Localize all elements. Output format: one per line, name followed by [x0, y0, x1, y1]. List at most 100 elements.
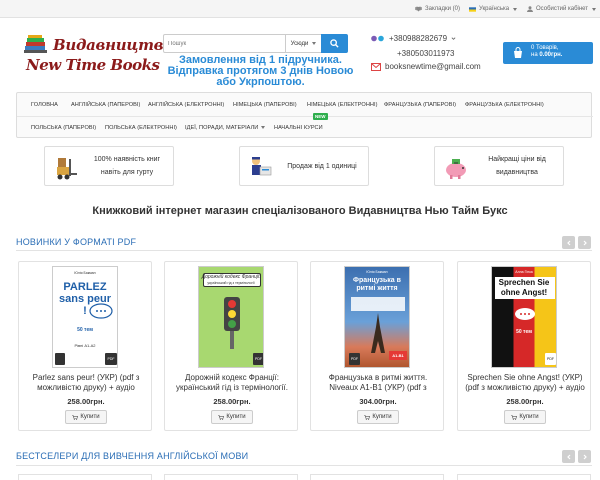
cart-icon — [511, 414, 518, 420]
buy-label: Купити — [226, 414, 246, 420]
chevron-right-icon — [583, 240, 587, 245]
buy-label: Купити — [80, 414, 100, 420]
chevron-left-icon — [566, 240, 570, 245]
search-button[interactable] — [321, 34, 348, 53]
logo-line-2: New Time Books — [26, 56, 160, 74]
audio-badge-icon — [55, 353, 65, 365]
cover-level: Рівні A1-A2 — [74, 343, 96, 348]
nav-ideas-label: Ідеї, поради, матеріали — [185, 125, 259, 131]
phone-1[interactable]: +380988282679 — [371, 34, 456, 43]
nav-polish-electronic[interactable]: Польська (електронні) — [105, 125, 177, 131]
heart-icon — [416, 6, 421, 11]
piggy-bank-icon — [446, 159, 466, 179]
language-selector[interactable]: Українська — [469, 6, 518, 12]
product-price: 258.00грн. — [213, 397, 251, 406]
cover-sub: 50 тем — [77, 327, 93, 333]
chevron-right-icon — [583, 454, 587, 459]
product-card: Юлія Бакман Французька в ритмі життя A1-… — [310, 261, 444, 431]
search-bar: Усюди — [163, 34, 348, 53]
shopping-bag-icon — [514, 47, 522, 58]
product-name[interactable]: Французька в ритмі життя. Niveaux A1-B1 … — [315, 373, 441, 393]
product-cover[interactable]: Алла Гінка Sprechen Sie ohne Angst! 50 т… — [491, 266, 557, 368]
books-logo-icon — [24, 35, 47, 53]
forklift-icon — [57, 158, 77, 180]
nav-french-electronic[interactable]: Французька (електронні) — [465, 102, 544, 108]
email-link[interactable]: booksnewtime@gmail.com — [371, 62, 481, 71]
chevron-left-icon — [566, 454, 570, 459]
product-price: 258.00грн. — [506, 397, 544, 406]
cart-total: 0.00грн. — [539, 52, 563, 58]
phone-2[interactable]: +380503011973 — [397, 49, 454, 58]
product-cover[interactable]: Юлія Бакман PARLEZ sans peur ! 50 тем Рі… — [52, 266, 118, 368]
nav-english-electronic[interactable]: Англійська (електронні) — [148, 102, 224, 108]
chevron-down-icon — [592, 7, 597, 11]
buy-button[interactable]: Купити — [65, 410, 107, 424]
cover-author: Юлія Бакман — [74, 271, 96, 275]
cart-total-row: на 0.00грн. — [531, 52, 562, 59]
nav-english-paper[interactable]: Англійська (паперові) — [71, 102, 140, 108]
carousel-next-button[interactable] — [578, 450, 591, 463]
cart-icon — [364, 414, 371, 420]
feature-best-price-text: Найкращі ціни від видавництва — [488, 156, 546, 176]
bookmarks-link[interactable]: Закладки (0) — [415, 6, 460, 12]
buy-button[interactable]: Купити — [357, 410, 399, 424]
feature-single-unit: Продаж від 1 одиниці — [239, 146, 369, 186]
nav-german-paper[interactable]: Німецька (паперові) — [233, 102, 297, 108]
carousel-prev-button[interactable] — [562, 450, 575, 463]
search-input[interactable] — [164, 35, 284, 52]
account-menu[interactable]: Особистий кабінет — [527, 6, 597, 12]
cover-title: Дорожній кодекс Франції: — [201, 274, 261, 280]
gmail-icon — [371, 62, 381, 71]
nav-german-electronic[interactable]: Німецька (електронні) — [307, 102, 378, 108]
feature-best-price: Найкращі ціни від видавництва — [434, 146, 564, 186]
product-card: Алла Гінка Sprechen Sie ohne Angst! 50 т… — [457, 261, 591, 431]
product-name[interactable]: Sprechen Sie ohne Angst! (УКР) (pdf з мо… — [462, 373, 588, 393]
pdf-badge: PDF — [253, 353, 263, 365]
product-card — [457, 474, 591, 480]
nav-home[interactable]: Головна — [31, 102, 58, 108]
cart-count: 0 Товарів, — [531, 45, 559, 51]
main-nav: Головна Англійська (паперові) Англійська… — [16, 92, 593, 138]
pdf-badge: PDF — [105, 353, 117, 365]
chevron-down-icon — [451, 37, 456, 40]
carousel-next-button[interactable] — [578, 236, 591, 249]
speech-bubble-icon — [89, 303, 113, 319]
cover-author: Алла Гінка — [515, 270, 533, 274]
nav-french-paper[interactable]: Французька (паперові) — [384, 102, 456, 108]
site-logo[interactable]: Видавництво New Time Books — [22, 32, 173, 80]
page-headline: Книжковий інтернет магазин спеціалізован… — [92, 205, 508, 217]
buy-label: Купити — [372, 414, 392, 420]
product-price: 258.00грн. — [67, 397, 105, 406]
cart-button[interactable]: 0 Товарів, на 0.00грн. — [503, 42, 593, 64]
search-category-label: Усюди — [290, 40, 309, 47]
logo-line-1: Видавництво — [53, 36, 173, 54]
traffic-light-icon — [224, 297, 240, 349]
top-bar: Закладки (0) Українська Особистий кабіне… — [0, 0, 600, 18]
section-divider — [16, 250, 592, 251]
cart-icon — [218, 414, 225, 420]
product-cover[interactable]: Юлія Бакман Французька в ритмі життя A1-… — [344, 266, 410, 368]
buy-button[interactable]: Купити — [504, 410, 546, 424]
speech-bubble-icon — [515, 308, 535, 320]
search-category-select[interactable]: Усюди — [285, 35, 321, 52]
language-label: Українська — [479, 6, 510, 12]
chevron-down-icon — [312, 42, 317, 45]
user-icon — [527, 6, 533, 12]
promo-text: Замовлення від 1 підручника. Відправка п… — [167, 54, 354, 88]
nav-polish-paper[interactable]: Польська (паперові) — [31, 125, 96, 131]
eiffel-tower-icon — [371, 313, 385, 353]
nav-starter-courses[interactable]: Начальні курси — [274, 125, 323, 131]
buy-button[interactable]: Купити — [211, 410, 253, 424]
ukraine-flag-icon — [469, 6, 476, 12]
new-badge: NEW — [313, 113, 328, 120]
carousel-prev-button[interactable] — [562, 236, 575, 249]
product-name[interactable]: Parlez sans peur! (УКР) (pdf з можливіст… — [23, 373, 149, 393]
pdf-badge: PDF — [349, 353, 360, 365]
nav-ideas[interactable]: Ідеї, поради, матеріали — [185, 125, 266, 131]
cover-sub: український гід з термінології — [207, 281, 255, 285]
product-name[interactable]: Дорожній кодекс Франції: український гід… — [169, 373, 295, 393]
product-cover[interactable]: Дорожній кодекс Франції: український гід… — [198, 266, 264, 368]
product-price: 304.00грн. — [359, 397, 397, 406]
feature-single-unit-text: Продаж від 1 одиниці — [287, 163, 357, 170]
section-title-new-pdf: Новинки у форматі PDF — [16, 237, 137, 247]
